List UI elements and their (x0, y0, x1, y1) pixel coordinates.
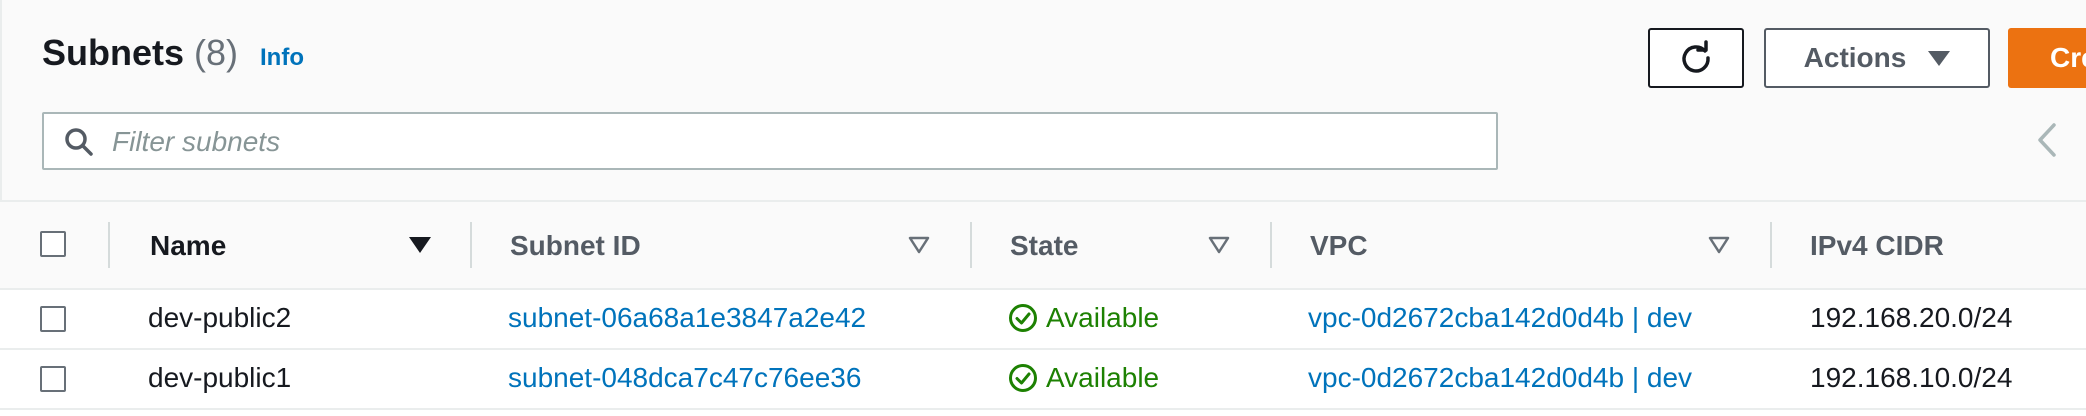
row-checkbox[interactable] (40, 366, 66, 392)
table-row[interactable]: dev-public1 subnet-048dca7c47c76ee36 Ava… (0, 350, 2086, 410)
subnet-name: dev-public2 (148, 302, 292, 333)
column-divider (470, 222, 472, 268)
subnet-id-link[interactable]: subnet-06a68a1e3847a2e42 (508, 302, 866, 334)
chevron-left-icon[interactable] (2036, 122, 2058, 158)
vpc-link[interactable]: vpc-0d2672cba142d0d4b | dev (1308, 362, 1692, 394)
sort-descending-icon[interactable] (408, 236, 432, 254)
status-badge: Available (1008, 302, 1159, 334)
create-label: Cre (2050, 42, 2086, 73)
column-header-state[interactable]: State (1010, 230, 1078, 262)
page-title: Subnets (8) Info (42, 32, 304, 88)
column-header-name[interactable]: Name (150, 230, 226, 262)
sort-icon[interactable] (1208, 236, 1230, 254)
filter-subnets-input[interactable] (110, 122, 1484, 162)
status-text: Available (1046, 302, 1160, 333)
column-header-vpc[interactable]: VPC (1310, 230, 1368, 262)
title-text: Subnets (42, 32, 185, 73)
status-text: Available (1046, 362, 1160, 393)
column-header-subnet-id[interactable]: Subnet ID (510, 230, 641, 262)
subnet-name: dev-public1 (148, 362, 292, 393)
select-all-checkbox[interactable] (40, 231, 66, 257)
column-divider (1770, 222, 1772, 268)
refresh-icon (1682, 40, 1710, 73)
create-subnet-button[interactable]: Cre (2008, 28, 2086, 88)
ipv4-cidr: 192.168.10.0/24 (1810, 362, 2013, 393)
info-link[interactable]: Info (260, 44, 304, 72)
filter-search-box (42, 112, 1498, 170)
actions-dropdown-button[interactable]: Actions (1764, 28, 1990, 88)
actions-label: Actions (1803, 42, 1907, 73)
subnet-count: (8) (194, 32, 239, 73)
subnets-header-panel: Subnets (8) Info Actions Cre (0, 0, 2086, 202)
check-circle-icon (1009, 364, 1037, 392)
column-divider (1270, 222, 1272, 268)
refresh-button[interactable] (1648, 28, 1744, 88)
table-row[interactable]: dev-public2 subnet-06a68a1e3847a2e42 Ava… (0, 290, 2086, 350)
table-header: Name Subnet ID State VPC IPv4 CIDR (0, 202, 2086, 290)
subnet-id-link[interactable]: subnet-048dca7c47c76ee36 (508, 362, 861, 394)
sort-icon[interactable] (908, 236, 930, 254)
ipv4-cidr: 192.168.20.0/24 (1810, 302, 2013, 333)
sort-icon[interactable] (1708, 236, 1730, 254)
status-badge: Available (1008, 362, 1159, 394)
caret-down-icon (1928, 50, 1951, 66)
column-divider (970, 222, 972, 268)
vpc-link[interactable]: vpc-0d2672cba142d0d4b | dev (1308, 302, 1692, 334)
search-icon (65, 128, 93, 156)
column-header-ipv4-cidr[interactable]: IPv4 CIDR (1810, 230, 1944, 262)
row-checkbox[interactable] (40, 306, 66, 332)
column-divider (108, 222, 110, 268)
check-circle-icon (1009, 304, 1037, 332)
